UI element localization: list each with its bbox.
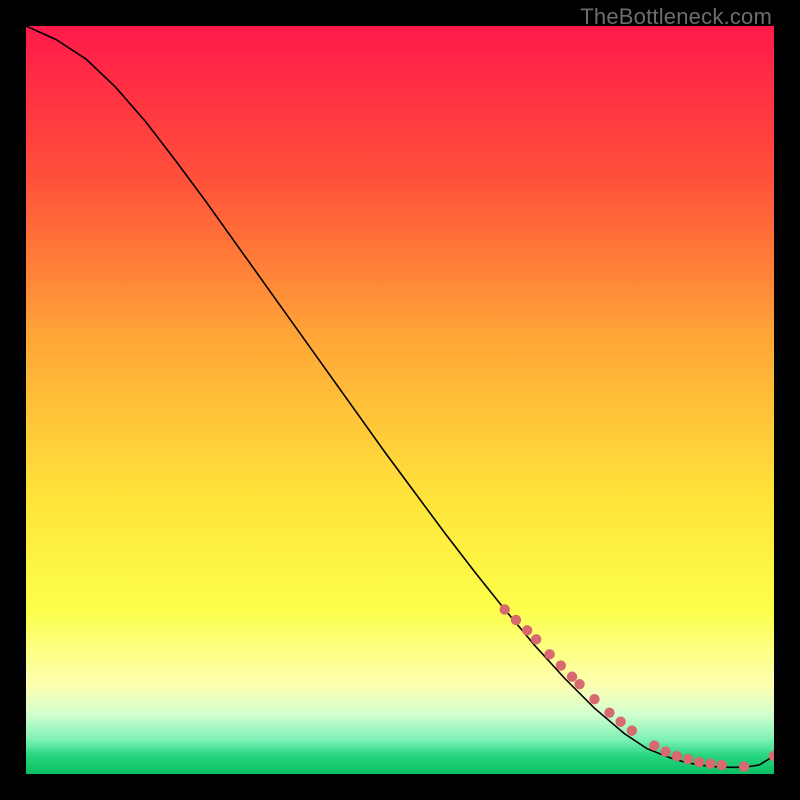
data-point (660, 746, 670, 756)
chart-frame (26, 26, 774, 774)
watermark-text: TheBottleneck.com (580, 4, 772, 30)
data-point (683, 754, 693, 764)
gradient-background (26, 26, 774, 774)
data-point (522, 625, 532, 635)
data-point (739, 761, 749, 771)
data-point (589, 694, 599, 704)
data-point (716, 760, 726, 770)
data-point (672, 751, 682, 761)
data-point (615, 716, 625, 726)
data-point (531, 634, 541, 644)
data-point (694, 757, 704, 767)
data-point (567, 672, 577, 682)
data-point (627, 725, 637, 735)
data-point (544, 649, 554, 659)
data-point (511, 615, 521, 625)
data-point (705, 758, 715, 768)
data-point (556, 660, 566, 670)
bottleneck-chart (26, 26, 774, 774)
data-point (500, 604, 510, 614)
data-point (604, 707, 614, 717)
data-point (649, 740, 659, 750)
data-point (574, 679, 584, 689)
